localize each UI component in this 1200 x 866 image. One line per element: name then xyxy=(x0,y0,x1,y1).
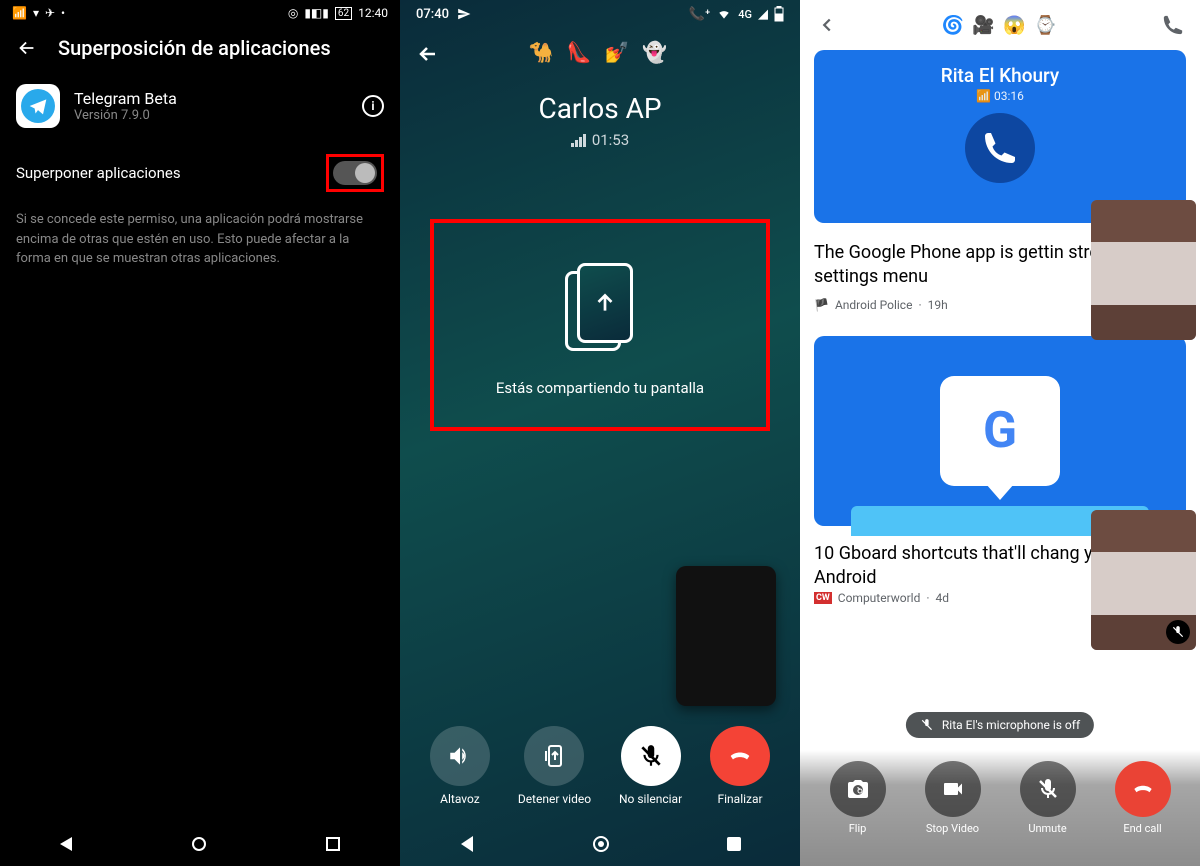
toggle-label: Superponer aplicaciones xyxy=(16,164,181,182)
stop-video-button[interactable]: Stop Video xyxy=(925,761,981,835)
highlight-box xyxy=(326,154,384,192)
screen-settings-overlay: 📶 ▾ ✈ • ◎ ▮◧▮ 62 12:40 Superposición de … xyxy=(0,0,400,866)
caller-name: Carlos AP xyxy=(400,92,800,125)
status-time: 07:40 xyxy=(416,7,449,22)
flip-camera-button[interactable]: Flip xyxy=(830,761,886,835)
nav-home-icon[interactable] xyxy=(192,837,206,851)
android-navbar xyxy=(400,822,800,866)
vibrate-icon: ▮◧▮ xyxy=(304,6,329,20)
google-logo-icon: G xyxy=(983,402,1017,460)
stop-video-button[interactable]: Detener video xyxy=(518,726,591,806)
signal-icon: 📶 xyxy=(12,6,27,20)
nav-home-icon[interactable] xyxy=(593,836,609,852)
call-duration: 01:53 xyxy=(400,131,800,149)
overlay-toggle[interactable] xyxy=(333,161,377,185)
call-duration: 📶 03:16 xyxy=(814,89,1186,103)
phone-app-icon xyxy=(965,113,1035,183)
page-title: Superposición de aplicaciones xyxy=(58,36,331,60)
nav-recent-icon[interactable] xyxy=(727,837,741,851)
nav-back-icon[interactable] xyxy=(461,836,473,852)
send-icon: ✈ xyxy=(45,6,55,20)
back-icon[interactable] xyxy=(416,42,440,66)
eye-icon: ◎ xyxy=(288,6,298,20)
source-icon: CW xyxy=(814,592,832,604)
network-label: 4G xyxy=(738,8,752,21)
screen-share-icon xyxy=(565,263,635,353)
article-image-card: G xyxy=(814,336,1186,526)
article-source: Computerworld xyxy=(838,591,921,605)
battery-icon: 62 xyxy=(335,7,352,20)
call-emojis: 🌀 🎥 😱 ⌚ xyxy=(838,15,1162,36)
mic-off-notice: Rita El's microphone is off xyxy=(906,712,1094,738)
screen-share-text: Estás compartiendo tu pantalla xyxy=(454,379,746,397)
back-icon[interactable] xyxy=(16,37,38,59)
status-bar: 📶 ▾ ✈ • ◎ ▮◧▮ 62 12:40 xyxy=(0,0,400,26)
article-age: 19h xyxy=(928,298,948,312)
signal-icon: ◢ xyxy=(758,7,768,22)
article-source: Android Police xyxy=(835,298,913,312)
article-age: 4d xyxy=(936,591,950,605)
self-video-pip[interactable] xyxy=(1091,510,1196,650)
speaker-button[interactable]: Altavoz xyxy=(430,726,490,806)
app-version: Versión 7.9.0 xyxy=(74,108,348,123)
screen-telegram-call: 07:40 📞⁺ 4G ◢ 🐪 👠 💅 👻 xyxy=(400,0,800,866)
end-call-button[interactable]: Finalizar xyxy=(710,726,770,806)
status-bar: 07:40 📞⁺ 4G ◢ xyxy=(400,0,800,28)
info-icon[interactable]: i xyxy=(362,95,384,117)
app-row: Telegram Beta Versión 7.9.0 i xyxy=(0,70,400,142)
telegram-icon xyxy=(16,84,60,128)
unmute-button[interactable]: Unmute xyxy=(1020,761,1076,835)
phone-icon[interactable] xyxy=(1162,14,1184,36)
screen-share-indicator[interactable]: Estás compartiendo tu pantalla xyxy=(430,219,770,431)
end-call-button[interactable]: End call xyxy=(1115,761,1171,835)
remote-video-pip[interactable] xyxy=(1091,200,1196,340)
nav-recent-icon[interactable] xyxy=(326,837,340,851)
call-emojis: 🐪 👠 💅 👻 xyxy=(529,40,672,64)
dot-icon: • xyxy=(61,6,65,20)
permission-description: Si se concede este permiso, una aplicaci… xyxy=(0,204,400,275)
android-navbar xyxy=(0,822,400,866)
battery-icon xyxy=(774,6,784,22)
signal-bars-icon xyxy=(571,134,586,147)
mic-off-icon xyxy=(1166,620,1190,644)
self-preview[interactable] xyxy=(676,566,776,706)
wifi-icon: ▾ xyxy=(33,6,39,20)
wifi-icon xyxy=(716,7,732,21)
caller-name: Rita El Khoury xyxy=(814,64,1186,87)
source-icon: 🏴 xyxy=(814,298,829,312)
call-icon: 📞⁺ xyxy=(689,7,710,22)
send-icon xyxy=(457,7,471,21)
unmute-button[interactable]: No silenciar xyxy=(619,726,682,806)
nav-back-icon[interactable] xyxy=(60,837,72,851)
back-icon[interactable] xyxy=(816,14,838,36)
caller-card: Rita El Khoury 📶 03:16 xyxy=(814,50,1186,223)
app-name: Telegram Beta xyxy=(74,89,348,108)
status-time: 12:40 xyxy=(358,6,388,20)
screen-duo-call: 🌀 🎥 😱 ⌚ Rita El Khoury 📶 03:16 The Googl… xyxy=(800,0,1200,866)
